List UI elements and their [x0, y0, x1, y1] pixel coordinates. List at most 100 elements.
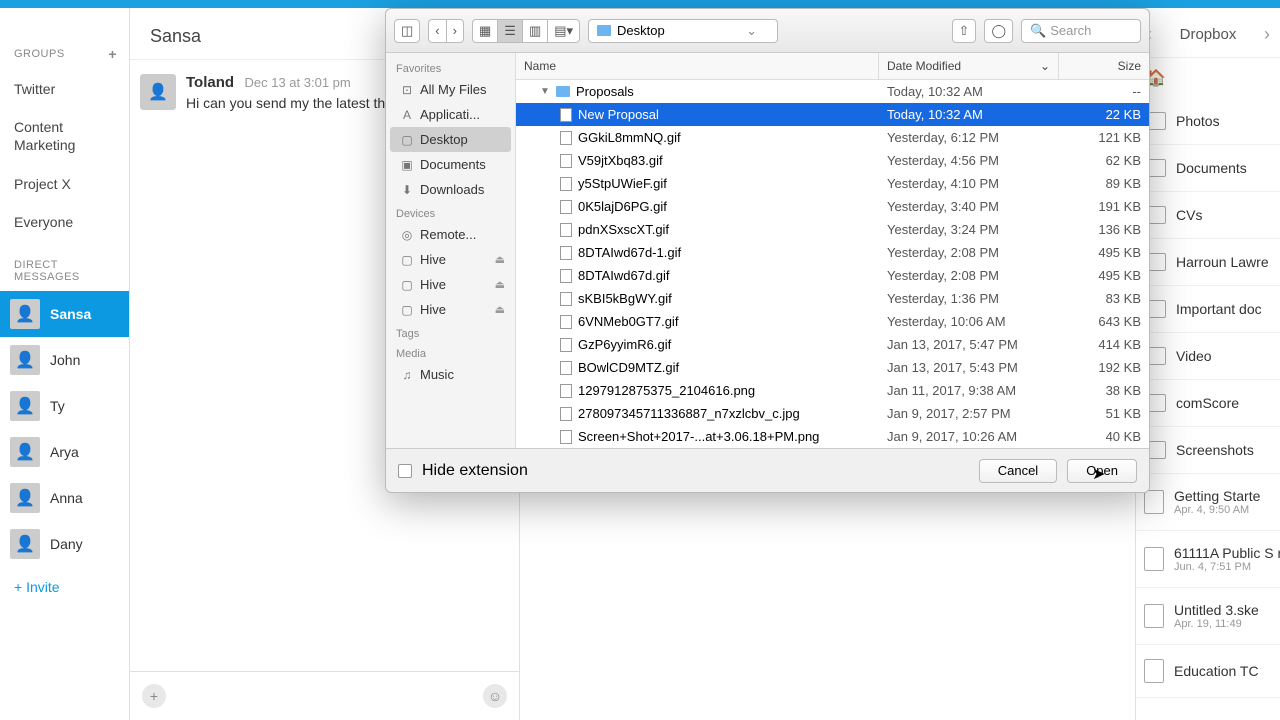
dropbox-folder[interactable]: Important doc: [1136, 286, 1280, 333]
sidebar-media[interactable]: ♫Music: [386, 362, 515, 387]
column-view-icon[interactable]: ▥: [522, 19, 547, 43]
list-view-icon[interactable]: ☰: [497, 19, 522, 43]
groups-header: GROUPS +: [0, 38, 129, 70]
file-date: Yesterday, 4:10 PM: [879, 174, 1059, 193]
sidebar-favorite[interactable]: ⬇Downloads: [386, 177, 515, 202]
dm-item[interactable]: 👤Anna: [0, 475, 129, 521]
sidebar-device[interactable]: ▢Hive⏏: [386, 297, 515, 322]
gallery-view-icon[interactable]: ▤▾: [547, 19, 580, 43]
dropbox-folder[interactable]: Documents: [1136, 145, 1280, 192]
message-author: Toland: [186, 74, 234, 91]
file-row[interactable]: 8DTAIwd67d-1.gifYesterday, 2:08 PM495 KB: [516, 241, 1149, 264]
location-dropdown[interactable]: Desktop ⌄: [588, 19, 778, 43]
dropbox-folder[interactable]: comScore: [1136, 380, 1280, 427]
sidebar-favorite[interactable]: ▢Desktop: [390, 127, 511, 152]
file-row[interactable]: 8DTAIwd67d.gifYesterday, 2:08 PM495 KB: [516, 264, 1149, 287]
file-icon: [560, 384, 572, 398]
col-name[interactable]: Name: [516, 53, 879, 79]
chevron-right-icon[interactable]: ›: [1264, 24, 1270, 45]
column-headers[interactable]: Name Date Modified ⌄ Size: [516, 53, 1149, 80]
sidebar-device[interactable]: ◎Remote...: [386, 222, 515, 247]
folder-row[interactable]: ▼ Proposals Today, 10:32 AM --: [516, 80, 1149, 103]
group-item[interactable]: Project X: [0, 165, 129, 203]
sidebar-favorite[interactable]: ▣Documents: [386, 152, 515, 177]
file-row[interactable]: sKBI5kBgWY.gifYesterday, 1:36 PM83 KB: [516, 287, 1149, 310]
share-icon[interactable]: ⇧: [952, 19, 977, 43]
file-size: 414 KB: [1059, 335, 1149, 354]
file-icon: [560, 338, 572, 352]
icon-view-icon[interactable]: ▦: [472, 19, 497, 43]
dropbox-file[interactable]: Untitled 3.skeApr. 19, 11:49: [1136, 588, 1280, 645]
file-label: Education TC: [1174, 663, 1259, 679]
file-name: BOwlCD9MTZ.gif: [578, 360, 679, 375]
file-row[interactable]: BOwlCD9MTZ.gifJan 13, 2017, 5:43 PM192 K…: [516, 356, 1149, 379]
dm-item[interactable]: 👤Ty: [0, 383, 129, 429]
dropbox-file[interactable]: Education TC: [1136, 645, 1280, 698]
file-name: 0K5lajD6PG.gif: [578, 199, 667, 214]
file-size: 136 KB: [1059, 220, 1149, 239]
group-item[interactable]: Twitter: [0, 70, 129, 108]
file-name: 1297912875375_2104616.png: [578, 383, 755, 398]
tags-icon[interactable]: ◯: [984, 19, 1013, 43]
dm-item[interactable]: 👤Arya: [0, 429, 129, 475]
file-name: New Proposal: [578, 107, 659, 122]
invite-link[interactable]: + Invite: [0, 567, 129, 607]
file-row[interactable]: 278097345711336887_n7xzlcbv_c.jpgJan 9, …: [516, 402, 1149, 425]
dropbox-folder[interactable]: Video: [1136, 333, 1280, 380]
file-row[interactable]: GGkiL8mmNQ.gifYesterday, 6:12 PM121 KB: [516, 126, 1149, 149]
home-icon[interactable]: 🏠: [1136, 58, 1280, 98]
open-button[interactable]: Open: [1067, 459, 1137, 483]
emoji-icon[interactable]: ☺: [483, 684, 507, 708]
file-size: 191 KB: [1059, 197, 1149, 216]
device-icon: ◎: [400, 228, 414, 242]
disclosure-icon[interactable]: ▼: [540, 86, 550, 97]
message-composer[interactable]: + ☺: [130, 671, 519, 720]
dropbox-file[interactable]: Getting StarteApr. 4, 9:50 AM: [1136, 474, 1280, 531]
sidebar-device[interactable]: ▢Hive⏏: [386, 247, 515, 272]
attach-icon[interactable]: +: [142, 684, 166, 708]
dropbox-file[interactable]: 61111A Public S report.pdfJun. 4, 7:51 P…: [1136, 531, 1280, 588]
dm-item[interactable]: 👤Dany: [0, 521, 129, 567]
file-row[interactable]: 6VNMeb0GT7.gifYesterday, 10:06 AM643 KB: [516, 310, 1149, 333]
sidebar-favorite[interactable]: AApplicati...: [386, 102, 515, 127]
dm-header: DIRECT MESSAGES: [0, 251, 129, 291]
file-row[interactable]: y5StpUWieF.gifYesterday, 4:10 PM89 KB: [516, 172, 1149, 195]
search-field[interactable]: 🔍 Search: [1021, 19, 1141, 43]
device-icon: ▢: [400, 253, 414, 267]
file-row[interactable]: New ProposalToday, 10:32 AM22 KB: [516, 103, 1149, 126]
col-date[interactable]: Date Modified ⌄: [879, 53, 1059, 79]
file-row[interactable]: 0K5lajD6PG.gifYesterday, 3:40 PM191 KB: [516, 195, 1149, 218]
dropbox-folder[interactable]: CVs: [1136, 192, 1280, 239]
forward-button[interactable]: ›: [446, 19, 464, 43]
eject-icon[interactable]: ⏏: [495, 303, 505, 316]
col-size[interactable]: Size: [1059, 53, 1149, 79]
dropbox-folder[interactable]: Screenshots: [1136, 427, 1280, 474]
dm-item[interactable]: 👤John: [0, 337, 129, 383]
back-button[interactable]: ‹: [428, 19, 445, 43]
hide-extension-checkbox[interactable]: [398, 464, 412, 478]
file-date: Yesterday, 10:06 AM: [879, 312, 1059, 331]
group-item[interactable]: Everyone: [0, 203, 129, 241]
file-row[interactable]: V59jtXbq83.gifYesterday, 4:56 PM62 KB: [516, 149, 1149, 172]
group-item[interactable]: Content Marketing: [0, 108, 129, 164]
file-row[interactable]: pdnXSxscXT.gifYesterday, 3:24 PM136 KB: [516, 218, 1149, 241]
eject-icon[interactable]: ⏏: [495, 253, 505, 266]
file-row[interactable]: 1297912875375_2104616.pngJan 11, 2017, 9…: [516, 379, 1149, 402]
file-row[interactable]: GzP6yyimR6.gifJan 13, 2017, 5:47 PM414 K…: [516, 333, 1149, 356]
sidebar-favorite[interactable]: ⊡All My Files: [386, 77, 515, 102]
avatar: 👤: [140, 74, 176, 110]
search-icon: 🔍: [1030, 23, 1046, 39]
eject-icon[interactable]: ⏏: [495, 278, 505, 291]
file-size: 22 KB: [1059, 105, 1149, 124]
dropbox-folder[interactable]: Harroun Lawre: [1136, 239, 1280, 286]
cancel-button[interactable]: Cancel: [979, 459, 1057, 483]
dm-item[interactable]: 👤Sansa: [0, 291, 129, 337]
file-date: Jan 9, 2017, 10:26 AM: [879, 427, 1059, 446]
sidebar-toggle-icon[interactable]: ◫: [394, 19, 420, 43]
sidebar-device[interactable]: ▢Hive⏏: [386, 272, 515, 297]
dropbox-folder[interactable]: Photos: [1136, 98, 1280, 145]
file-row[interactable]: Screen+Shot+2017-...at+3.06.18+PM.pngJan…: [516, 425, 1149, 448]
file-size: 495 KB: [1059, 243, 1149, 262]
folder-label: comScore: [1176, 395, 1239, 411]
add-group-icon[interactable]: +: [108, 46, 117, 62]
